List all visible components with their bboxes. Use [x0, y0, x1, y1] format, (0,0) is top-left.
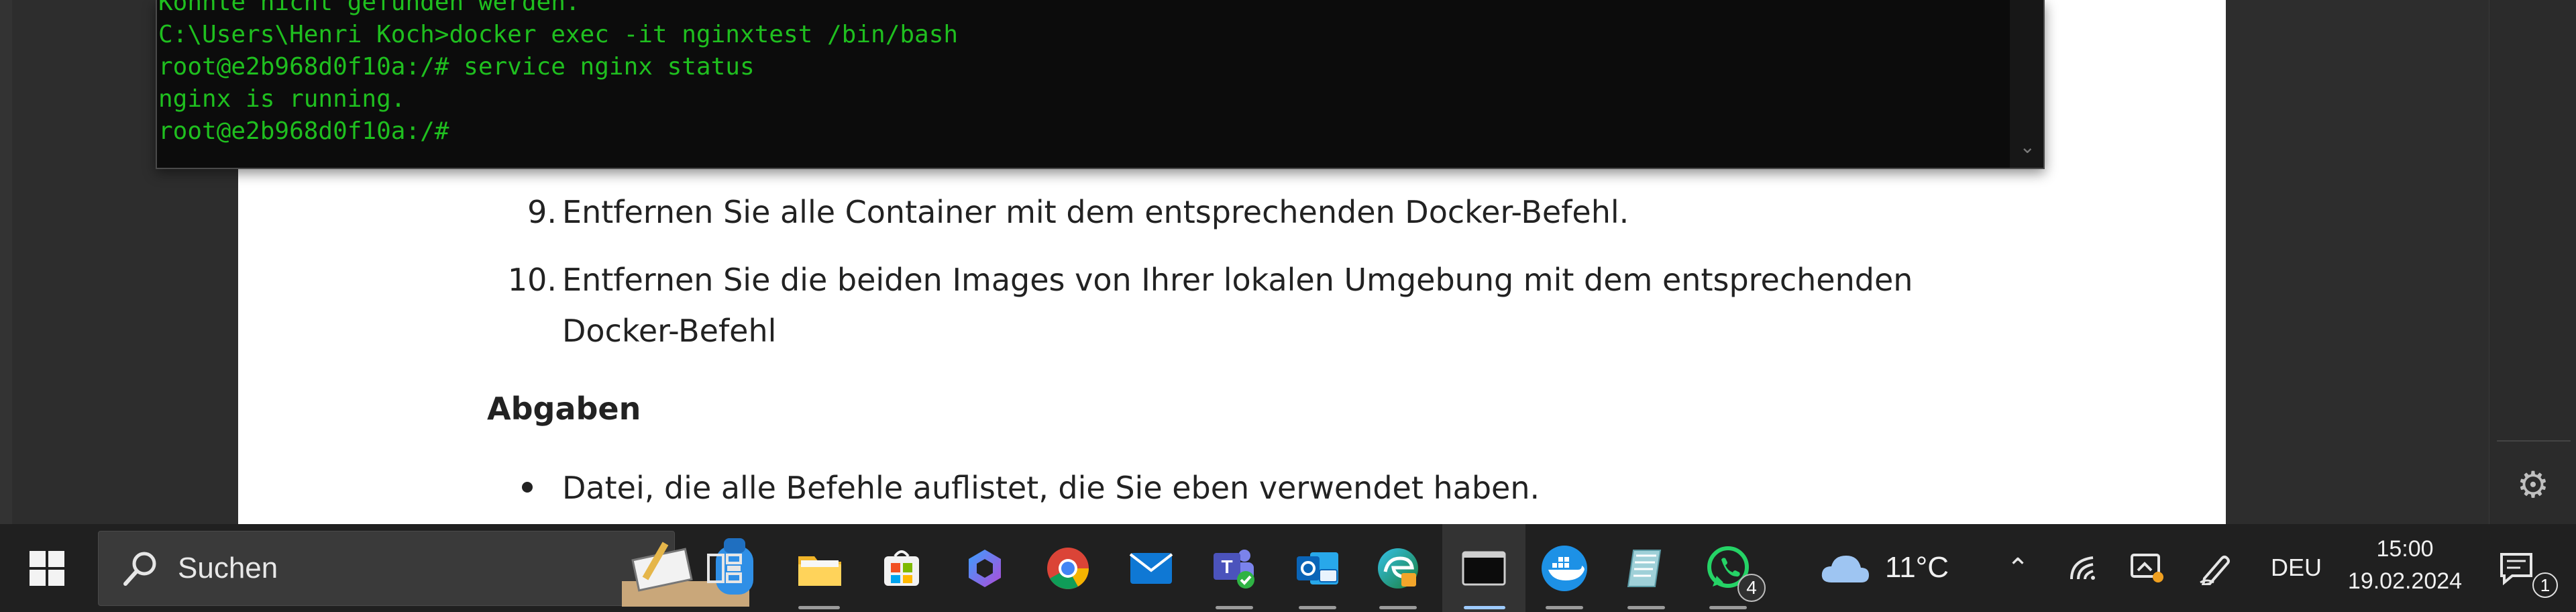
terminal-line: root@e2b968d0f10a:/#: [158, 117, 449, 145]
copilot-icon: [969, 549, 1001, 587]
list-item-9-text: Entfernen Sie alle Container mit dem ent…: [562, 194, 1629, 230]
right-rail: [2489, 0, 2576, 524]
mail-icon: [1129, 552, 1173, 584]
running-indicator: [1709, 606, 1747, 609]
running-indicator: [1546, 606, 1583, 609]
search-label: Suchen: [178, 552, 278, 584]
notification-count-badge: 1: [2532, 572, 2558, 598]
outlook-button[interactable]: [1288, 524, 1347, 612]
weather-widget[interactable]: [1815, 524, 1875, 612]
terminal-line: C:\Users\Henri Koch>docker exec -it ngin…: [158, 21, 959, 48]
chevron-up-icon[interactable]: ⌃: [1999, 524, 2037, 612]
weather-temperature[interactable]: 11°C: [1885, 551, 1949, 584]
running-indicator: [1299, 606, 1336, 609]
list-number-10: 10.: [507, 262, 557, 298]
search-icon: [123, 552, 156, 586]
search-box[interactable]: Suchen: [98, 531, 753, 607]
docker-icon: [1542, 545, 1587, 591]
settings-gear-icon[interactable]: ⚙: [2512, 464, 2554, 506]
notification-icon: [2500, 552, 2532, 585]
pen-icon: [2200, 555, 2230, 585]
terminal-icon: [1462, 551, 1506, 585]
whatsapp-unread-badge: 4: [1737, 574, 1766, 602]
chrome-button[interactable]: [1038, 524, 1097, 612]
active-indicator: [1464, 606, 1505, 609]
wifi-icon: [2070, 556, 2095, 580]
chevron-down-icon[interactable]: ⌄: [2020, 136, 2035, 158]
terminal-window[interactable]: Konnte nicht gefunden werden. C:\Users\He…: [156, 0, 2045, 169]
docker-button[interactable]: [1535, 524, 1594, 612]
right-side-panel: [2226, 0, 2489, 524]
edge-icon: [1378, 548, 1418, 589]
running-indicator: [1379, 606, 1417, 609]
network-icon[interactable]: [2065, 524, 2102, 612]
running-indicator: [1627, 606, 1665, 609]
folder-icon: [798, 556, 841, 586]
list-number-9: 9.: [527, 194, 557, 230]
mail-button[interactable]: [1122, 524, 1181, 612]
outlook-icon: [1297, 552, 1338, 584]
running-indicator: [1216, 606, 1253, 609]
notification-center-button[interactable]: [2486, 524, 2546, 612]
terminal-line: root@e2b968d0f10a:/# service nginx statu…: [158, 53, 755, 81]
clock-time[interactable]: 15:00: [2348, 536, 2462, 562]
file-explorer-button[interactable]: [790, 524, 849, 612]
start-button[interactable]: [13, 524, 80, 612]
remote-display-icon: [2131, 553, 2163, 582]
svg-text:T: T: [1221, 556, 1232, 577]
terminal-button[interactable]: [1442, 524, 1525, 612]
rail-divider: [2497, 440, 2571, 442]
pen-tray-button[interactable]: [2194, 524, 2235, 612]
terminal-output: Konnte nicht gefunden werden. C:\Users\He…: [158, 0, 2010, 148]
cloud-icon: [1821, 555, 1869, 582]
store-icon: [884, 550, 919, 586]
teams-button[interactable]: T: [1205, 524, 1264, 612]
left-gutter: [0, 0, 12, 524]
running-indicator: [798, 606, 840, 609]
windows-logo-icon: [30, 550, 64, 586]
chrome-icon: [1047, 547, 1089, 589]
clock-date[interactable]: 19.02.2024: [2341, 568, 2469, 595]
terminal-line: nginx is running.: [158, 85, 406, 113]
terminal-line: Konnte nicht gefunden werden.: [158, 0, 580, 16]
taskbar: Suchen T 4 11°C ⌃ DEU 15:00 19.02.2024 1: [0, 524, 2576, 612]
copilot-button[interactable]: [955, 524, 1014, 612]
section-heading: Abgaben: [487, 391, 641, 427]
task-view-button[interactable]: [698, 524, 751, 612]
task-view-icon: [707, 553, 742, 583]
display-tray-button[interactable]: [2127, 524, 2168, 612]
edge-button[interactable]: [1368, 524, 1428, 612]
bullet-dot: [522, 482, 533, 493]
list-item-10-continuation: Docker-Befehl: [562, 313, 777, 349]
terminal-scrollbar[interactable]: ⌄: [2010, 0, 2043, 168]
teams-icon: T: [1214, 549, 1254, 589]
notepad-button[interactable]: [1617, 524, 1676, 612]
screen: ▼ ⚙ 9. Entfernen Sie alle Container mit …: [0, 0, 2576, 612]
microsoft-store-button[interactable]: [872, 524, 931, 612]
input-language[interactable]: DEU: [2271, 554, 2322, 582]
list-item-10-text: Entfernen Sie die beiden Images von Ihre…: [562, 262, 1913, 298]
bullet-item-text: Datei, die alle Befehle auflistet, die S…: [562, 470, 1540, 506]
notepad-icon: [1627, 549, 1662, 587]
